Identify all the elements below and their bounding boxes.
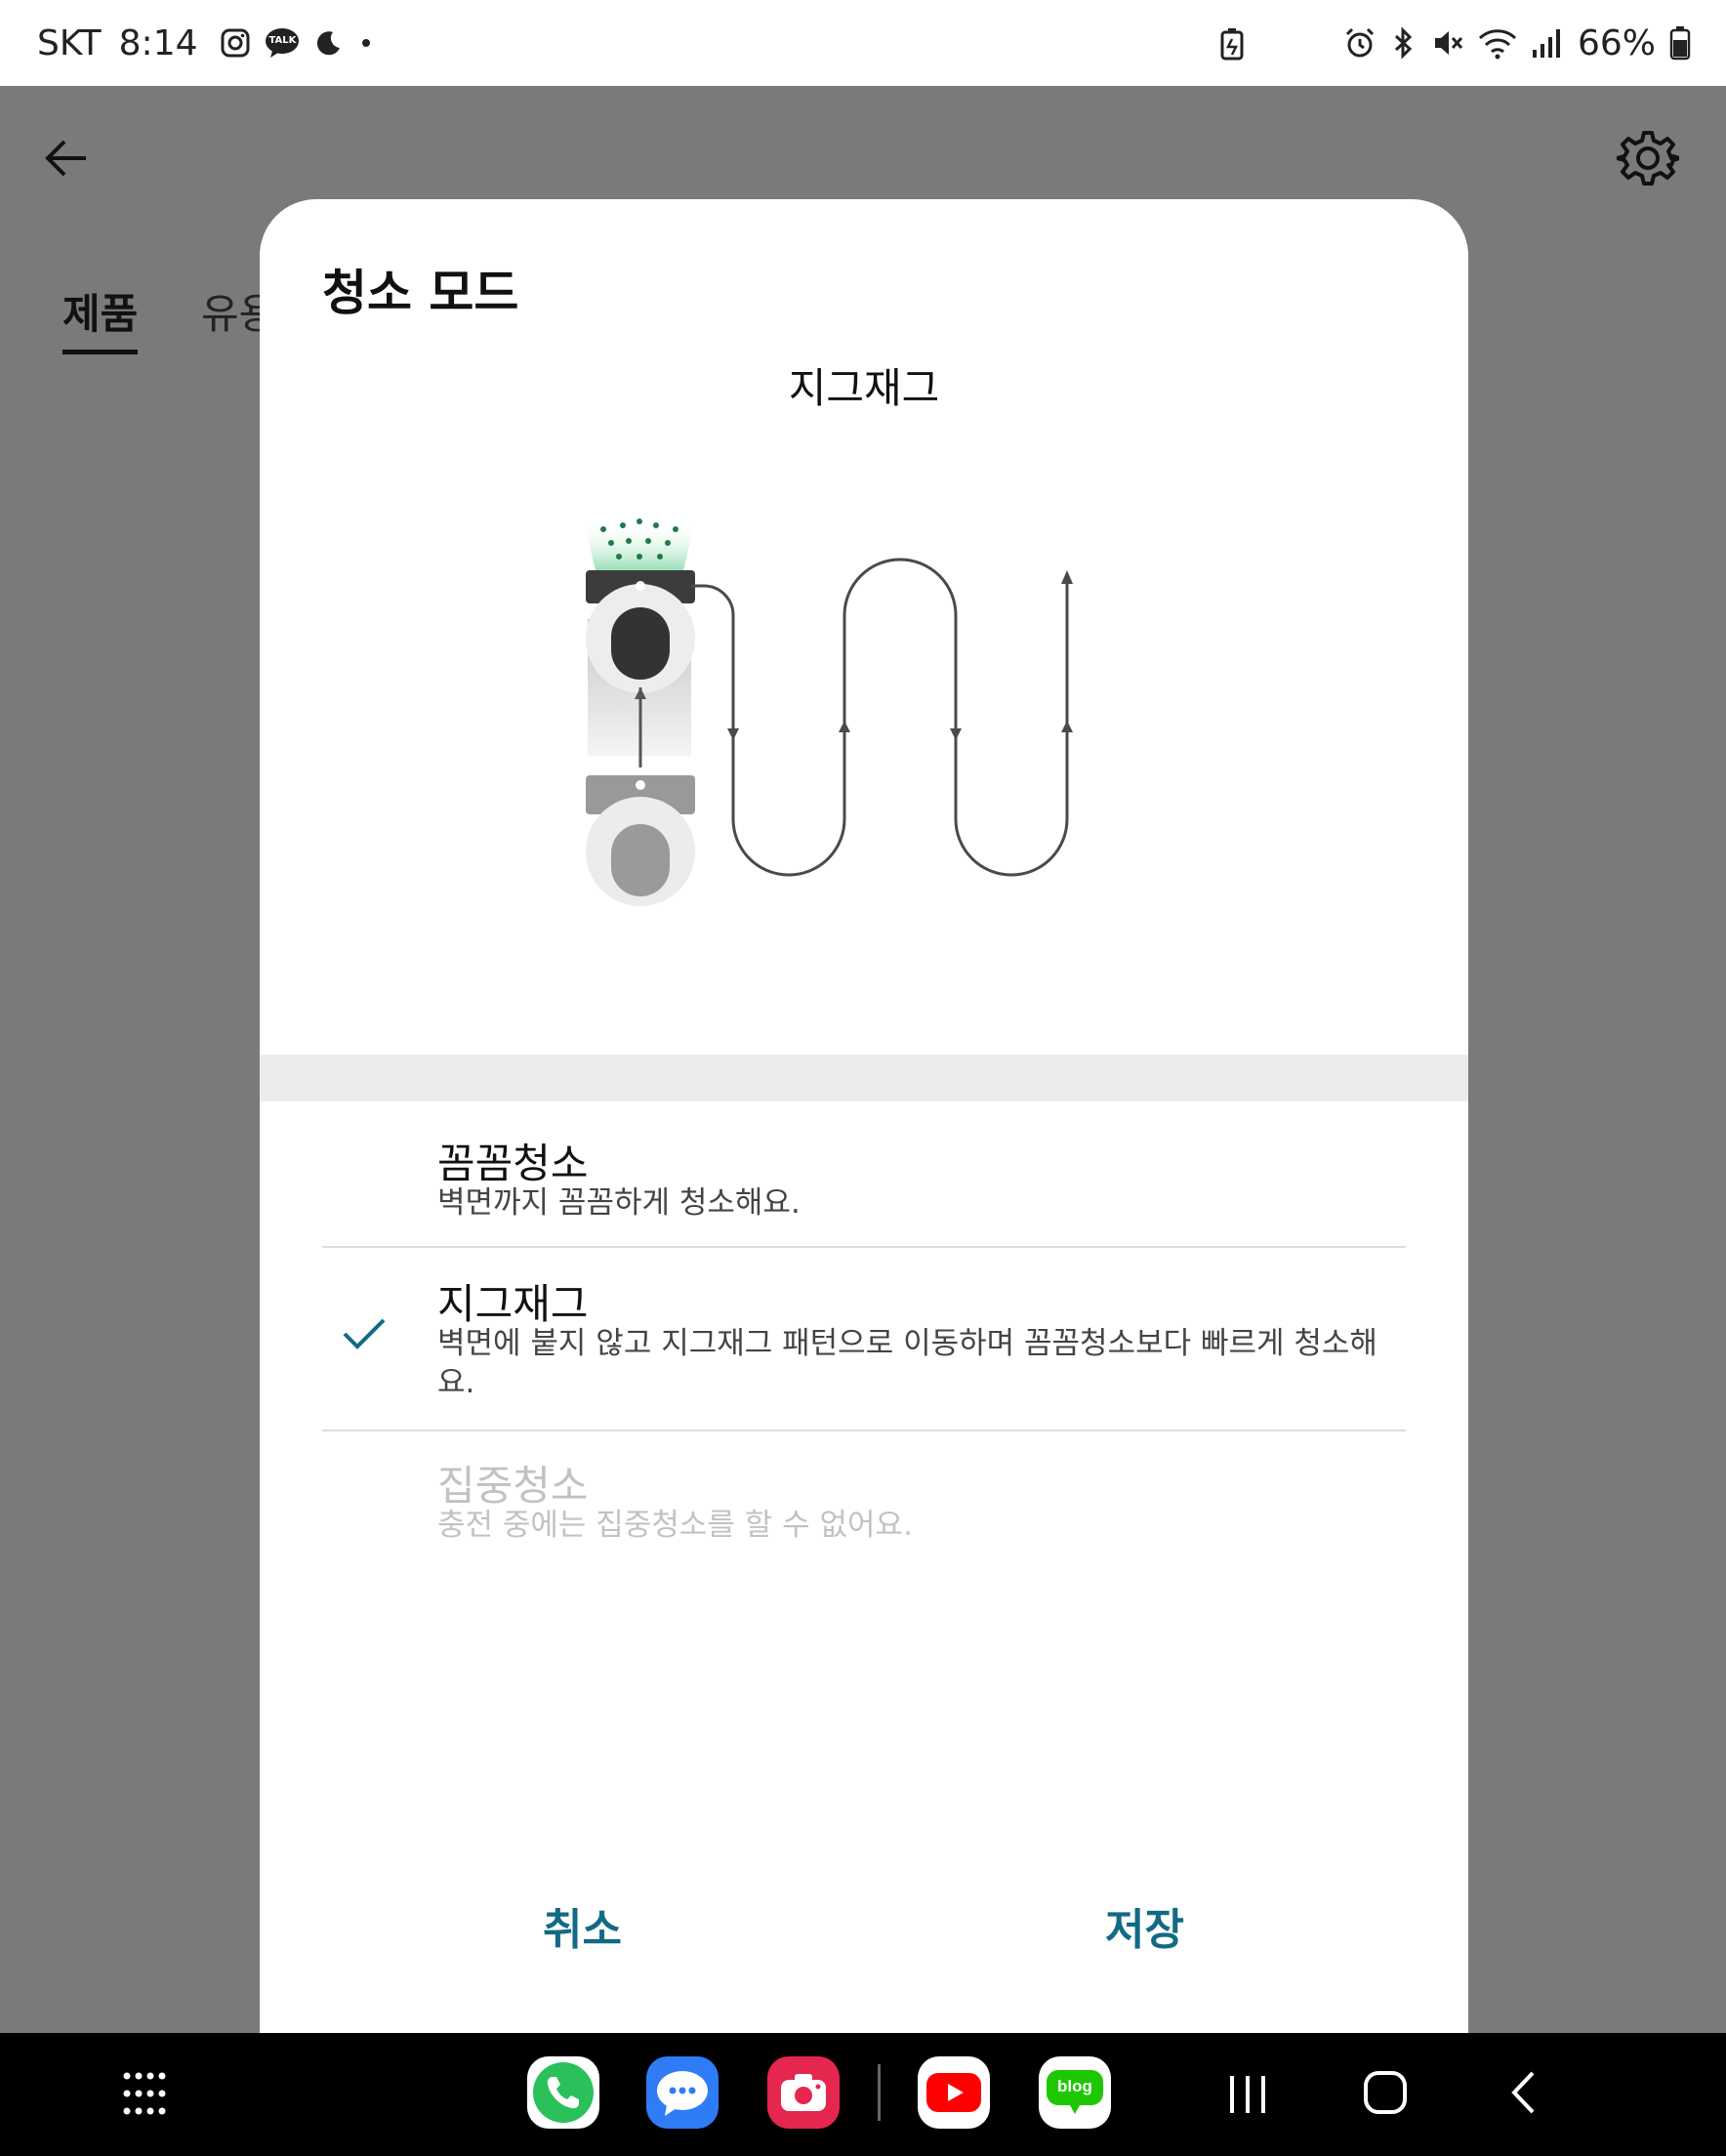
option-thorough-clean[interactable]: 꼼꼼청소 벽면까지 꼼꼼하게 청소해요. xyxy=(322,1101,1406,1248)
cancel-button[interactable]: 취소 xyxy=(543,1894,622,1957)
gear-icon[interactable] xyxy=(1617,127,1679,189)
instagram-icon xyxy=(221,28,249,58)
naver-blog-app-icon[interactable]: blog xyxy=(1039,2056,1111,2129)
clock: 8:14 xyxy=(118,22,198,63)
messages-app-icon[interactable] xyxy=(646,2056,719,2129)
back-nav-icon[interactable] xyxy=(1509,2070,1539,2115)
mute-icon xyxy=(1434,31,1463,55)
battery-icon xyxy=(1669,26,1691,61)
option-zigzag[interactable]: 지그재그 벽면에 붙지 않고 지그재그 패턴으로 이동하며 꼼꼼청소보다 빠르게… xyxy=(322,1248,1406,1431)
tab-products[interactable]: 제품 xyxy=(62,281,139,354)
kakaotalk-badge-text: TALK xyxy=(268,35,297,46)
option-description: 벽면까지 꼼꼼하게 청소해요. xyxy=(437,1185,801,1221)
battery-percent: 66% xyxy=(1577,22,1656,63)
phone-app-icon[interactable] xyxy=(527,2056,599,2129)
battery-saver-icon xyxy=(1220,28,1244,61)
option-title: 꼼꼼청소 xyxy=(437,1140,589,1187)
wifi-icon xyxy=(1478,29,1517,60)
option-focused-clean: 집중청소 충전 중에는 집중청소를 할 수 없어요. xyxy=(322,1431,1406,1568)
save-button[interactable]: 저장 xyxy=(1105,1894,1184,1957)
option-description: 벽면에 붙지 않고 지그재그 패턴으로 이동하며 꼼꼼청소보다 빠르게 청소해요… xyxy=(437,1326,1377,1400)
zigzag-illustration xyxy=(584,518,1073,906)
moon-icon xyxy=(316,31,340,56)
option-description: 충전 중에는 집중청소를 할 수 없어요. xyxy=(437,1508,913,1543)
app-drawer-icon[interactable] xyxy=(121,2070,168,2117)
section-divider xyxy=(260,1055,1468,1101)
recent-apps-icon[interactable] xyxy=(1226,2072,1269,2115)
carrier-label: SKT xyxy=(37,22,102,63)
navigation-bar: blog xyxy=(0,2033,1726,2156)
option-title: 지그재그 xyxy=(437,1280,589,1328)
cleaning-mode-dialog: 청소 모드 지그재그 꼼꼼청소 벽면까지 꼼꼼하게 청소해요. 지그재그 벽면에… xyxy=(260,199,1468,2033)
home-icon[interactable] xyxy=(1363,2070,1408,2115)
youtube-app-icon[interactable] xyxy=(918,2056,990,2129)
checkmark-icon xyxy=(343,1318,386,1349)
bluetooth-icon xyxy=(1394,26,1413,60)
alarm-icon xyxy=(1345,27,1375,58)
status-bar: SKT 8:14 TALK 66% xyxy=(0,0,1726,86)
back-arrow-icon[interactable] xyxy=(39,129,98,187)
selected-mode-name: 지그재그 xyxy=(788,364,940,412)
dock-divider xyxy=(878,2064,881,2121)
dialog-title: 청소 모드 xyxy=(322,265,519,321)
kakaotalk-icon: TALK xyxy=(265,27,300,59)
camera-app-icon[interactable] xyxy=(767,2056,840,2129)
dot-icon xyxy=(361,39,370,47)
blog-label: blog xyxy=(1057,2077,1092,2095)
signal-icon xyxy=(1532,29,1560,58)
option-title: 집중청소 xyxy=(437,1462,589,1510)
